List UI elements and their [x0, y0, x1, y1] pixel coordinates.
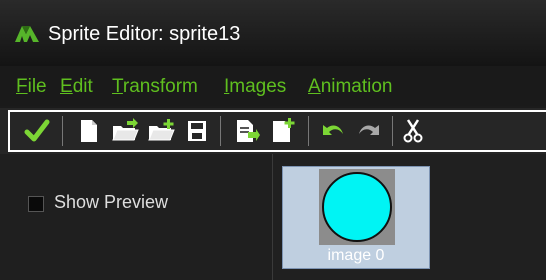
sprite-editor-window: Sprite Editor: sprite13 File Edit Transf…	[0, 0, 546, 280]
menu-edit[interactable]: Edit	[60, 76, 93, 98]
save-icon	[188, 121, 206, 141]
edit-image-icon	[237, 120, 260, 142]
open-sprite-button[interactable]	[108, 114, 142, 148]
menu-images[interactable]: Images	[224, 76, 286, 98]
toolbar-separator	[392, 116, 393, 146]
add-from-file-button[interactable]	[144, 114, 178, 148]
add-from-file-icon	[148, 119, 175, 141]
cut-icon	[403, 119, 423, 143]
open-folder-icon	[112, 118, 139, 141]
window-title: Sprite Editor: sprite13	[48, 23, 241, 45]
redo-icon	[359, 125, 379, 135]
undo-button[interactable]	[316, 114, 350, 148]
menu-transform[interactable]: Transform	[112, 76, 198, 98]
toolbar	[8, 110, 546, 152]
toolbar-separator	[308, 116, 309, 146]
edit-image-button[interactable]	[230, 114, 264, 148]
menu-file[interactable]: File	[16, 76, 47, 98]
sprite-frame-image	[322, 172, 392, 242]
new-image-icon	[273, 118, 295, 142]
new-sprite-button[interactable]	[72, 114, 106, 148]
image-label: image 0	[327, 247, 385, 264]
checkmark-icon	[24, 119, 50, 142]
cut-button[interactable]	[396, 114, 430, 148]
undo-icon	[323, 125, 343, 135]
show-preview-checkbox[interactable]	[28, 196, 44, 212]
redo-button[interactable]	[352, 114, 386, 148]
toolbar-separator	[220, 116, 221, 146]
image-preview	[319, 169, 395, 245]
title-bar: Sprite Editor: sprite13	[0, 0, 546, 66]
show-preview-label[interactable]: Show Preview	[54, 192, 168, 213]
toolbar-separator	[62, 116, 63, 146]
properties-panel	[0, 154, 273, 280]
save-button[interactable]	[180, 114, 214, 148]
menu-bar: File Edit Transform Images Animation	[0, 66, 546, 106]
new-file-icon	[81, 120, 97, 142]
menu-animation[interactable]: Animation	[308, 76, 393, 98]
new-image-button[interactable]	[266, 114, 300, 148]
image-thumbnail[interactable]: image 0	[282, 166, 430, 269]
confirm-button[interactable]	[20, 114, 54, 148]
gamemaker-logo-icon	[15, 26, 39, 42]
